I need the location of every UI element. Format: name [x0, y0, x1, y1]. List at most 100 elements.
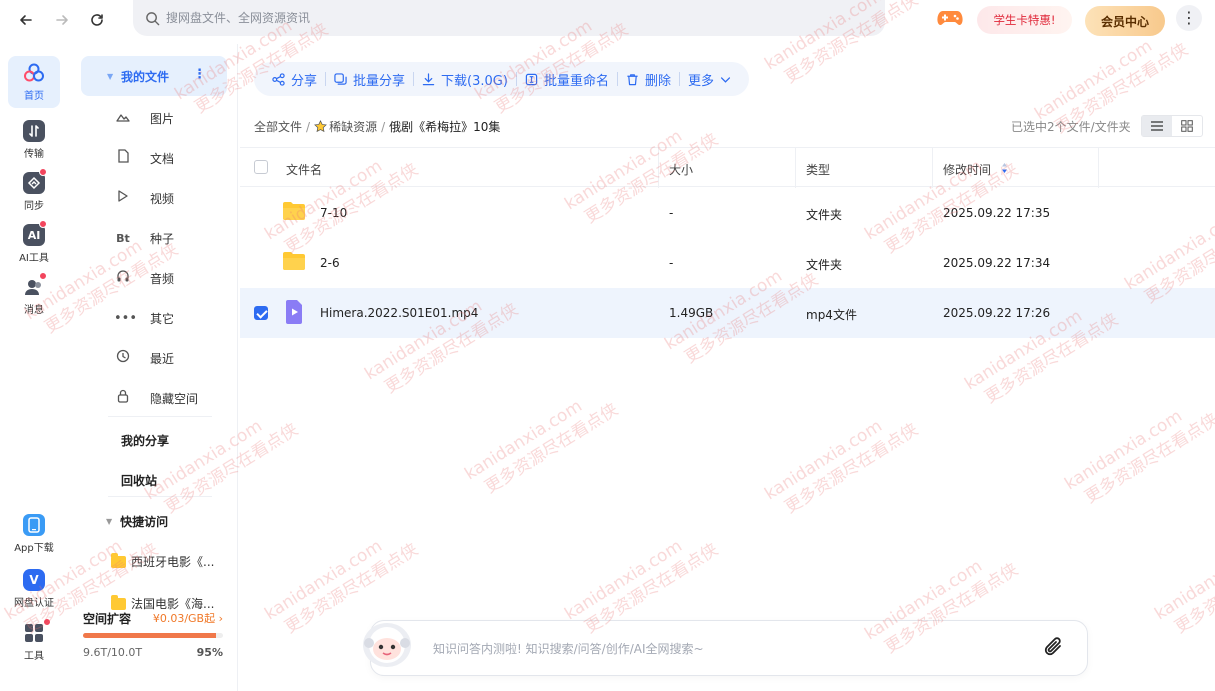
rail-item-ai-tools[interactable]: AI AI工具: [8, 220, 60, 264]
back-button[interactable]: [15, 9, 37, 31]
grid-view-button[interactable]: [1172, 116, 1202, 136]
quick-access-label: 快捷访问: [120, 515, 169, 529]
side-item-audio[interactable]: 音频: [114, 268, 174, 288]
audio-icon: [114, 269, 132, 287]
batch-rename-button[interactable]: 批量重命名: [517, 70, 617, 89]
file-name[interactable]: 7-10: [320, 206, 347, 220]
quick-access-header[interactable]: ▼ 快捷访问: [106, 513, 168, 530]
storage-progress-fill: [83, 633, 216, 638]
rail-label: App下载: [14, 543, 54, 554]
rail-label: 网盘认证: [14, 598, 54, 609]
search-input[interactable]: [166, 11, 766, 25]
select-all-checkbox[interactable]: [254, 160, 268, 174]
ai-search-placeholder: 知识问答内测啦! 知识搜索/问答/创作/AI全网搜索~: [433, 642, 704, 656]
table-row[interactable]: 7-10 - 文件夹 2025.09.22 17:35: [240, 188, 1215, 238]
column-name[interactable]: 文件名: [286, 161, 322, 178]
recent-icon: [114, 349, 132, 367]
rail-label: 工具: [24, 651, 44, 662]
side-item-label: 音频: [150, 271, 175, 286]
file-modified: 2025.09.22 17:34: [943, 256, 1051, 270]
rail-item-transfer[interactable]: 传输: [8, 120, 60, 160]
file-name[interactable]: Himera.2022.S01E01.mp4: [320, 306, 478, 320]
rail-item-app-download[interactable]: App下载: [8, 514, 60, 554]
more-vertical-icon[interactable]: ⋮: [193, 67, 206, 82]
forward-button[interactable]: [51, 9, 73, 31]
breadcrumb-sep: /: [381, 119, 386, 134]
side-item-images[interactable]: 图片: [114, 108, 174, 128]
view-switch: [1141, 115, 1203, 137]
side-item-hidden-space[interactable]: 隐藏空间: [114, 388, 198, 408]
side-item-videos[interactable]: 视频: [114, 188, 174, 208]
column-type[interactable]: 类型: [806, 161, 830, 178]
batch-share-label: 批量分享: [353, 73, 406, 89]
more-menu-button[interactable]: ⋮: [1176, 5, 1202, 31]
side-item-documents[interactable]: 文档: [114, 148, 174, 168]
column-modified[interactable]: 修改时间: [943, 161, 991, 178]
action-toolbar: 分享 批量分享 下载(3.0G) 批量重命名 删除 更多: [254, 62, 749, 96]
download-label: 下载(3.0G): [441, 73, 508, 89]
rail-label: 同步: [24, 201, 44, 212]
side-item-label: 图片: [150, 111, 175, 126]
student-card-button[interactable]: 学生卡特惠!: [977, 6, 1072, 34]
ai-icon: AI: [23, 220, 47, 246]
more-actions-button[interactable]: 更多: [680, 70, 739, 89]
caret-down-icon: ▼: [107, 72, 114, 81]
download-button[interactable]: 下载(3.0G): [414, 70, 516, 89]
my-share-link[interactable]: 我的分享: [121, 432, 169, 449]
arrow-right-icon: [56, 15, 68, 25]
storage-title: 空间扩容: [83, 612, 132, 626]
table-row[interactable]: Himera.2022.S01E01.mp4 1.49GB mp4文件 2025…: [240, 288, 1215, 338]
file-modified: 2025.09.22 17:35: [943, 206, 1051, 220]
breadcrumb-current: 俄剧《希梅拉》10集: [389, 120, 501, 134]
side-item-other[interactable]: ••• 其它: [114, 308, 174, 328]
column-size[interactable]: 大小: [669, 161, 693, 178]
share-label: 分享: [291, 73, 318, 89]
left-rail: 首页 传输 同步 AI AI工具 消息 App下载 V 网盘认证 工具: [0, 44, 68, 691]
file-name[interactable]: 2-6: [320, 256, 340, 270]
recycle-bin-link[interactable]: 回收站: [121, 472, 157, 489]
side-item-label: 其它: [150, 311, 175, 326]
side-item-torrents[interactable]: Bt 种子: [114, 228, 174, 248]
verify-icon: V: [23, 569, 45, 591]
other-icon: •••: [114, 310, 138, 326]
watermark: kanidanxia.com 更多资源尽在看点侠: [461, 396, 622, 498]
trash-icon: [627, 73, 638, 85]
watermark: kanidanxia.com 更多资源尽在看点侠: [1061, 406, 1215, 508]
storage-price-link[interactable]: ¥0.03/GB起 ›: [153, 610, 223, 627]
breadcrumb-root[interactable]: 全部文件: [254, 118, 302, 135]
watermark: kanidanxia.com 更多资源尽在看点侠: [1151, 536, 1215, 638]
my-files-nav[interactable]: ▼ 我的文件 ⋮: [81, 56, 227, 96]
rail-item-sync[interactable]: 同步: [8, 168, 60, 212]
rail-item-home[interactable]: 首页: [8, 56, 60, 108]
transfer-icon: [23, 120, 45, 142]
refresh-button[interactable]: [86, 9, 108, 31]
table-row[interactable]: 2-6 - 文件夹 2025.09.22 17:34: [240, 238, 1215, 288]
storage-panel[interactable]: 空间扩容 ¥0.03/GB起 › 9.6T/10.0T 95%: [83, 610, 223, 659]
storage-used: 9.6T/10.0T: [83, 646, 143, 659]
side-item-label: 种子: [150, 231, 175, 246]
row-checkbox[interactable]: [254, 306, 268, 320]
list-view-button[interactable]: [1142, 116, 1172, 136]
quick-item[interactable]: 西班牙电影《...: [111, 552, 214, 570]
rail-item-messages[interactable]: 消息: [8, 272, 60, 316]
attachment-icon[interactable]: [1043, 636, 1065, 658]
rail-item-verify[interactable]: V 网盘认证: [8, 569, 60, 609]
share-button[interactable]: 分享: [264, 70, 325, 89]
breadcrumb-sep: /: [306, 119, 311, 134]
batch-share-button[interactable]: 批量分享: [326, 70, 413, 89]
grid-view-icon: [1181, 120, 1193, 132]
delete-button[interactable]: 删除: [618, 70, 679, 89]
folder-icon: [283, 202, 305, 220]
breadcrumb-level[interactable]: 稀缺资源: [329, 118, 377, 135]
mascot-avatar: [363, 623, 411, 667]
rail-label: AI工具: [19, 253, 49, 264]
side-item-recent[interactable]: 最近: [114, 348, 174, 368]
table-header: 文件名 大小 类型 修改时间: [240, 147, 1215, 188]
rail-item-tools[interactable]: 工具: [8, 618, 60, 662]
ai-search-box[interactable]: 知识问答内测啦! 知识搜索/问答/创作/AI全网搜索~: [370, 620, 1088, 676]
chevron-down-icon: [720, 76, 731, 83]
vip-center-button[interactable]: 会员中心: [1085, 6, 1165, 36]
game-controller-icon[interactable]: [937, 9, 963, 27]
search-bar[interactable]: [133, 0, 885, 36]
sort-icon[interactable]: [1001, 162, 1008, 174]
